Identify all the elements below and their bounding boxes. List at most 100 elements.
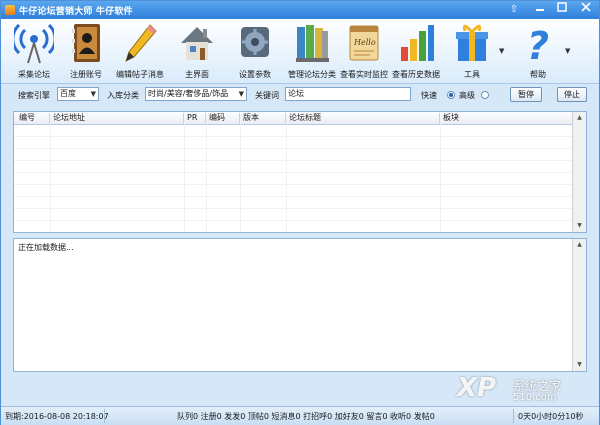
watermark-line2: 510.com bbox=[513, 392, 557, 403]
grid-line bbox=[206, 124, 207, 232]
grid-line bbox=[14, 172, 574, 173]
scroll-down-icon[interactable]: ▼ bbox=[573, 359, 586, 371]
engine-label: 搜索引擎 bbox=[18, 91, 50, 100]
col-section[interactable]: 板块 bbox=[440, 113, 574, 124]
grid-line bbox=[14, 220, 574, 221]
main-view-button[interactable]: 主界面 bbox=[168, 21, 226, 81]
tools-dropdown-icon[interactable]: ▼ bbox=[499, 47, 504, 55]
count-status: 队列0 注册0 发发0 顶帖0 短消息0 打招呼0 加好友0 留言0 收听0 发… bbox=[177, 412, 435, 421]
register-account-button[interactable]: 注册账号 bbox=[57, 21, 115, 81]
scroll-up-icon[interactable]: ▲ bbox=[573, 112, 586, 124]
engine-value: 百度 bbox=[60, 89, 76, 98]
watermark-logo: XP bbox=[457, 373, 497, 403]
pencil-icon bbox=[125, 24, 157, 62]
house-icon bbox=[181, 27, 213, 60]
keyword-value: 论坛 bbox=[288, 89, 304, 98]
col-version[interactable]: 版本 bbox=[240, 113, 286, 124]
toolbar-label: 采集论坛 bbox=[18, 70, 50, 79]
watermark: XP 系统之家 510.com bbox=[449, 373, 599, 407]
grid-line bbox=[14, 184, 574, 185]
forum-table: 编号 论坛地址 PR 编码 版本 论坛标题 板块 ▲ ▼ bbox=[13, 111, 587, 233]
maximize-button[interactable] bbox=[553, 2, 571, 18]
toolbar-label: 工具 bbox=[464, 70, 480, 79]
toolbar-label: 编辑帖子消息 bbox=[116, 70, 164, 79]
grid-line bbox=[14, 208, 574, 209]
toolbar-label: 查看实时监控 bbox=[340, 70, 388, 79]
chevron-down-icon: ▼ bbox=[238, 90, 244, 98]
scroll-down-icon[interactable]: ▼ bbox=[573, 220, 586, 232]
keyword-input[interactable]: 论坛 bbox=[285, 87, 411, 101]
log-panel: 正在加载数据... ▲ ▼ bbox=[13, 238, 587, 372]
toolbar-label: 设置参数 bbox=[239, 70, 271, 79]
scroll-up-icon[interactable]: ▲ bbox=[573, 239, 586, 251]
col-id[interactable]: 编号 bbox=[16, 113, 50, 124]
search-bar: 搜索引擎 百度 ▼ 入库分类 时尚/美容/奢侈品/饰品 ▼ 关键词 论坛 快速 … bbox=[1, 84, 599, 106]
grid-line bbox=[14, 160, 574, 161]
toolbar-label: 注册账号 bbox=[70, 70, 102, 79]
status-bar: 到期:2016-08-08 20:18:07 队列0 注册0 发发0 顶帖0 短… bbox=[1, 406, 599, 425]
tools-button[interactable]: 工具 bbox=[443, 21, 501, 81]
minimize-button[interactable] bbox=[531, 2, 549, 18]
log-scrollbar[interactable]: ▲ ▼ bbox=[572, 239, 586, 371]
toolbar-label: 查看历史数据 bbox=[392, 70, 440, 79]
grid-line bbox=[14, 148, 574, 149]
help-dropdown-icon[interactable]: ▼ bbox=[565, 47, 570, 55]
question-mark-icon: ? bbox=[527, 24, 549, 65]
engine-select[interactable]: 百度 ▼ bbox=[57, 87, 99, 101]
svg-text:?: ? bbox=[527, 24, 549, 65]
manage-category-button[interactable]: 管理论坛分类 bbox=[283, 21, 341, 81]
toolbar-label: 管理论坛分类 bbox=[288, 70, 336, 79]
toolbar-label: 主界面 bbox=[185, 70, 209, 79]
category-label: 入库分类 bbox=[107, 91, 139, 100]
bar-chart-icon bbox=[401, 25, 434, 61]
col-title[interactable]: 论坛标题 bbox=[286, 113, 440, 124]
title-bar: 牛仔论坛营销大师 牛仔软件 ⇧ bbox=[1, 1, 599, 19]
speed-label: 快速 bbox=[421, 91, 437, 100]
binders-icon bbox=[296, 25, 329, 62]
help-button[interactable]: ? 帮助 bbox=[509, 21, 567, 81]
keyword-label: 关键词 bbox=[255, 91, 279, 100]
log-text: 正在加载数据... bbox=[18, 243, 74, 252]
edit-post-button[interactable]: 编辑帖子消息 bbox=[111, 21, 169, 81]
elapsed-status: 0天0小时0分10秒 bbox=[518, 412, 584, 421]
close-button[interactable] bbox=[577, 2, 595, 18]
speed-fast-radio[interactable] bbox=[447, 91, 455, 99]
expiry-status: 到期:2016-08-08 20:18:07 bbox=[5, 412, 109, 421]
speed-advanced-radio[interactable] bbox=[481, 91, 489, 99]
realtime-monitor-button[interactable]: Hello 查看实时监控 bbox=[335, 21, 393, 81]
collect-forum-button[interactable]: 采集论坛 bbox=[5, 21, 63, 81]
status-divider bbox=[104, 409, 105, 423]
col-pr[interactable]: PR bbox=[184, 113, 206, 124]
address-book-icon bbox=[72, 24, 100, 62]
grid-line bbox=[240, 124, 241, 232]
chevron-down-icon: ▼ bbox=[90, 90, 96, 98]
pause-button[interactable]: 暂停 bbox=[510, 87, 542, 102]
stop-button[interactable]: 停止 bbox=[557, 87, 587, 102]
window-title: 牛仔论坛营销大师 牛仔软件 bbox=[19, 7, 133, 17]
grid-line bbox=[14, 196, 574, 197]
app-window: 牛仔论坛营销大师 牛仔软件 ⇧ 采集论坛 注册账号 编辑帖子消息 主界面 设置参… bbox=[0, 0, 600, 425]
history-data-button[interactable]: 查看历史数据 bbox=[387, 21, 445, 81]
col-encoding[interactable]: 编码 bbox=[206, 113, 240, 124]
svg-text:Hello: Hello bbox=[353, 38, 376, 47]
grid-line bbox=[184, 124, 185, 232]
col-url[interactable]: 论坛地址 bbox=[50, 113, 184, 124]
main-toolbar: 采集论坛 注册账号 编辑帖子消息 主界面 设置参数 管理论坛分类 Hello 查… bbox=[1, 19, 599, 84]
settings-button[interactable]: 设置参数 bbox=[226, 21, 284, 81]
gear-icon bbox=[241, 27, 269, 57]
speed-advanced-label: 高级 bbox=[459, 91, 475, 100]
category-value: 时尚/美容/奢侈品/饰品 bbox=[148, 89, 229, 98]
notepad-icon: Hello bbox=[349, 25, 379, 61]
grid-line bbox=[14, 136, 574, 137]
grid-line bbox=[50, 124, 51, 232]
gift-box-icon bbox=[456, 24, 488, 61]
category-select[interactable]: 时尚/美容/奢侈品/饰品 ▼ bbox=[145, 87, 247, 101]
grid-line bbox=[286, 124, 287, 232]
app-icon bbox=[5, 5, 15, 15]
grid-line bbox=[440, 124, 441, 232]
toolbar-label: 帮助 bbox=[530, 70, 546, 79]
skin-icon[interactable]: ⇧ bbox=[505, 2, 523, 18]
table-scrollbar[interactable]: ▲ ▼ bbox=[572, 112, 586, 232]
table-header: 编号 论坛地址 PR 编码 版本 论坛标题 板块 bbox=[14, 112, 574, 125]
antenna-icon bbox=[14, 23, 54, 64]
